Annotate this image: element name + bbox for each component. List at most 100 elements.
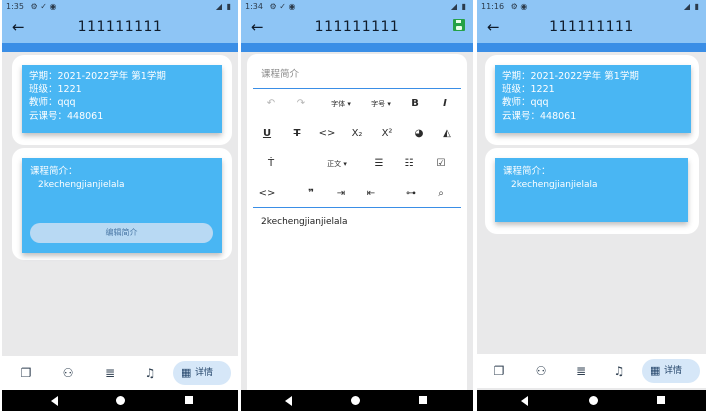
link-icon[interactable]: ⊶ bbox=[401, 187, 421, 201]
edit-intro-button[interactable]: 编辑简介 bbox=[30, 223, 213, 243]
system-back-icon[interactable] bbox=[51, 396, 58, 406]
system-nav bbox=[477, 390, 706, 411]
class-text: 班级：1221 bbox=[502, 84, 555, 96]
checkbox-icon[interactable]: ☑ bbox=[431, 157, 451, 171]
italic-icon[interactable]: I bbox=[435, 97, 455, 111]
header-band bbox=[241, 43, 473, 52]
intro-placeholder: 课程简介 bbox=[261, 69, 300, 80]
system-recents-icon[interactable] bbox=[419, 396, 427, 404]
library-icon[interactable]: ❐ bbox=[18, 365, 34, 381]
term-text: 学期：2021-2022学年 第1学期 bbox=[29, 71, 166, 82]
status-time: 1:35 bbox=[6, 2, 24, 11]
add-person-icon[interactable]: ⚇ bbox=[60, 365, 76, 381]
bell-icon[interactable]: ♫ bbox=[611, 363, 627, 379]
indent-decrease-icon[interactable]: ⇤ bbox=[361, 187, 381, 201]
intro-label: 课程简介： bbox=[503, 166, 551, 177]
status-bar: 1:35 ⚙ ✓ ◉ ◢ ▮ bbox=[2, 0, 238, 13]
header-band bbox=[477, 43, 706, 52]
divider bbox=[253, 207, 461, 208]
header-band bbox=[2, 43, 238, 52]
intro-text: 2kechengjianjielala bbox=[38, 180, 125, 191]
system-home-icon[interactable] bbox=[351, 396, 360, 405]
teacher-text: 教师：qqq bbox=[502, 97, 549, 109]
system-nav bbox=[241, 390, 473, 411]
status-time: 1:34 bbox=[245, 2, 263, 11]
intro-card: 课程简介： 2kechengjianjielala 编辑简介 bbox=[12, 148, 232, 260]
details-icon: ▦ bbox=[650, 364, 661, 377]
info-panel: 学期：2021-2022学年 第1学期 班级：1221 教师：qqq 云课号：4… bbox=[22, 65, 222, 133]
list-icon[interactable]: ≣ bbox=[102, 365, 118, 381]
intro-panel: 课程简介： 2kechengjianjielala 编辑简介 bbox=[22, 158, 222, 253]
system-home-icon[interactable] bbox=[116, 396, 125, 405]
system-back-icon[interactable] bbox=[521, 396, 528, 406]
intro-panel: 课程简介： 2kechengjianjielala bbox=[495, 158, 688, 222]
fill-color-icon[interactable]: ◭ bbox=[437, 127, 457, 141]
clear-format-icon[interactable]: Ṫ bbox=[261, 157, 281, 171]
app-bar: ← 111111111 bbox=[241, 13, 473, 43]
course-code-text: 云课号：448061 bbox=[29, 110, 104, 122]
intro-text: 2kechengjianjielala bbox=[511, 180, 598, 191]
details-icon: ▦ bbox=[181, 366, 192, 379]
status-icons-right: ◢ ▮ bbox=[450, 2, 467, 11]
status-icons-left: ⚙ ◉ bbox=[510, 2, 528, 11]
system-recents-icon[interactable] bbox=[657, 396, 665, 404]
subscript-icon[interactable]: X₂ bbox=[347, 127, 367, 141]
details-tab-label: 详情 bbox=[664, 366, 683, 376]
bottom-nav: ❐ ⚇ ≣ ♫ ▦ 详情 bbox=[2, 356, 238, 390]
redo-icon[interactable]: ↷ bbox=[291, 97, 311, 111]
info-card: 学期：2021-2022学年 第1学期 班级：1221 教师：qqq 云课号：4… bbox=[12, 55, 232, 145]
intro-card: 课程简介： 2kechengjianjielala bbox=[485, 148, 699, 234]
system-home-icon[interactable] bbox=[589, 396, 598, 405]
details-tab[interactable]: ▦ 详情 bbox=[173, 361, 231, 385]
search-icon[interactable]: ⌕ bbox=[431, 187, 451, 201]
class-text: 班级：1221 bbox=[29, 84, 82, 96]
strikethrough-icon[interactable]: T bbox=[287, 127, 307, 141]
app-bar: ← 111111111 bbox=[477, 13, 706, 43]
bold-icon[interactable]: B bbox=[405, 97, 425, 111]
save-icon[interactable] bbox=[453, 19, 465, 31]
status-icons-left: ⚙ ✓ ◉ bbox=[269, 2, 296, 11]
system-nav bbox=[2, 390, 238, 411]
editor-content[interactable]: 2kechengjianjielala bbox=[261, 217, 348, 227]
info-panel: 学期：2021-2022学年 第1学期 班级：1221 教师：qqq 云课号：4… bbox=[495, 65, 691, 133]
teacher-text: 教师：qqq bbox=[29, 97, 76, 109]
quote-icon[interactable]: ❞ bbox=[301, 187, 321, 201]
palette-icon[interactable]: ◕ bbox=[409, 127, 429, 141]
screen-course-details-1: 1:35 ⚙ ✓ ◉ ◢ ▮ ← 111111111 学期：2021-2022学… bbox=[2, 0, 238, 411]
add-person-icon[interactable]: ⚇ bbox=[533, 363, 549, 379]
system-recents-icon[interactable] bbox=[185, 396, 193, 404]
underline-icon[interactable]: U bbox=[257, 127, 277, 141]
paragraph-dropdown[interactable]: 正文 ▾ bbox=[321, 157, 353, 171]
details-tab[interactable]: ▦ 详情 bbox=[642, 359, 700, 383]
indent-increase-icon[interactable]: ⇥ bbox=[331, 187, 351, 201]
status-icons-left: ⚙ ✓ ◉ bbox=[30, 2, 57, 11]
divider bbox=[253, 88, 461, 89]
font-dropdown[interactable]: 字体 ▾ bbox=[325, 97, 357, 111]
code-block-icon[interactable]: <> bbox=[257, 187, 277, 201]
status-icons-right: ◢ ▮ bbox=[215, 2, 232, 11]
rich-text-editor: 课程简介 ↶ ↷ 字体 ▾ 字号 ▾ B I U T <> X₂ X² ◕ ◭ … bbox=[247, 54, 467, 390]
size-dropdown[interactable]: 字号 ▾ bbox=[365, 97, 397, 111]
inline-code-icon[interactable]: <> bbox=[317, 127, 337, 141]
info-card: 学期：2021-2022学年 第1学期 班级：1221 教师：qqq 云课号：4… bbox=[485, 55, 699, 145]
screen-edit-intro: 1:34 ⚙ ✓ ◉ ◢ ▮ ← 111111111 课程简介 ↶ ↷ 字体 ▾… bbox=[241, 0, 473, 411]
status-bar: 1:34 ⚙ ✓ ◉ ◢ ▮ bbox=[241, 0, 473, 13]
superscript-icon[interactable]: X² bbox=[377, 127, 397, 141]
page-title: 111111111 bbox=[314, 19, 400, 35]
course-code-text: 云课号：448061 bbox=[502, 110, 577, 122]
intro-label: 课程简介： bbox=[30, 166, 78, 177]
library-icon[interactable]: ❐ bbox=[491, 363, 507, 379]
details-tab-label: 详情 bbox=[195, 368, 214, 378]
bell-icon[interactable]: ♫ bbox=[142, 365, 158, 381]
bullet-list-icon[interactable]: ☷ bbox=[399, 157, 419, 171]
ordered-list-icon[interactable]: ☰ bbox=[369, 157, 389, 171]
page-title: 111111111 bbox=[549, 19, 634, 35]
status-bar: 11:16 ⚙ ◉ ◢ ▮ bbox=[477, 0, 706, 13]
undo-icon[interactable]: ↶ bbox=[261, 97, 281, 111]
system-back-icon[interactable] bbox=[285, 396, 292, 406]
status-time: 11:16 bbox=[481, 2, 505, 11]
page-title: 111111111 bbox=[77, 19, 163, 35]
list-icon[interactable]: ≣ bbox=[573, 363, 589, 379]
status-icons-right: ◢ ▮ bbox=[683, 2, 700, 11]
app-bar: ← 111111111 bbox=[2, 13, 238, 43]
